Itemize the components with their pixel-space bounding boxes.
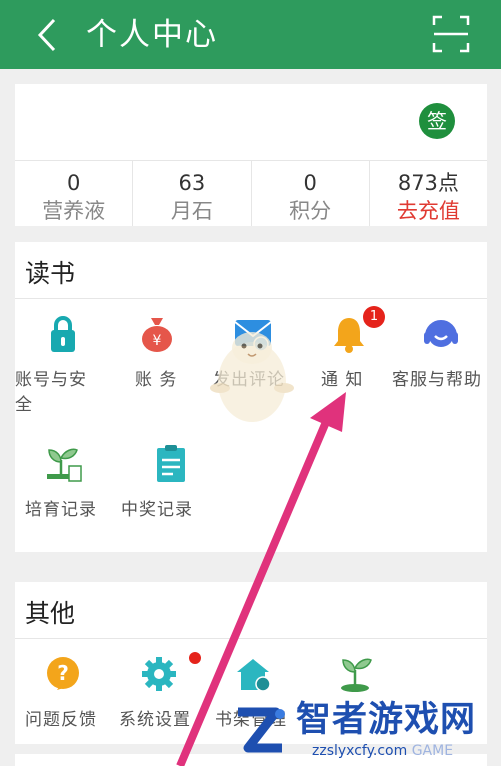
menu-item-label: 问题反馈 <box>25 710 97 730</box>
lock-icon <box>51 316 75 352</box>
recharge-link[interactable]: 去充值 <box>370 196 487 226</box>
menu-item-feedback[interactable]: ? 问题反馈 <box>15 654 109 738</box>
mascot-watermark-icon <box>210 332 294 422</box>
question-icon: ? <box>47 657 79 690</box>
menu-item-label: 客服与帮助 <box>392 370 482 390</box>
logo-url-sub: GAME <box>411 743 454 759</box>
divider <box>15 638 487 639</box>
stat-points[interactable]: 0 积分 <box>250 161 369 226</box>
menu-item-label: 中奖记录 <box>121 500 193 520</box>
headset-icon <box>424 320 458 347</box>
logo-url: zzslyxcfy.com GAME <box>312 742 453 760</box>
money-bag-icon: ¥ <box>142 318 172 352</box>
stat-recharge[interactable]: 873点 去充值 <box>368 161 487 226</box>
top-bar: 个人中心 <box>0 0 501 69</box>
stats-row: 0 营养液 63 月石 0 积分 873点 去充值 <box>15 160 487 226</box>
house-gear-icon <box>237 659 271 692</box>
stat-label: 月石 <box>170 199 213 223</box>
settings-dot <box>189 652 201 664</box>
logo-name: 智者游戏网 <box>296 700 477 740</box>
stat-value: 0 <box>303 171 317 195</box>
stat-value: 873点 <box>397 171 459 195</box>
section-title: 其他 <box>25 599 76 628</box>
menu-item-settings[interactable]: 系统设置 <box>117 652 211 738</box>
svg-text:¥: ¥ <box>153 333 162 349</box>
stat-value: 0 <box>66 171 81 195</box>
section-title: 读书 <box>25 259 76 288</box>
back-arrow-icon[interactable] <box>30 14 66 56</box>
menu-item-prize-record[interactable]: 中奖记录 <box>119 444 213 534</box>
stat-label: 积分 <box>289 199 332 223</box>
menu-item-account-security[interactable]: 账号与安全 <box>15 314 109 424</box>
notification-badge: 1 <box>363 306 385 328</box>
stat-moonstone[interactable]: 63 月石 <box>132 161 250 226</box>
menu-item-cultivation-record[interactable]: 培育记录 <box>15 444 109 534</box>
gear-icon <box>142 657 176 691</box>
site-logo: 智者游戏网 zzslyxcfy.com GAME <box>232 698 501 766</box>
logo-url-text: zzslyxcfy.com <box>312 743 408 759</box>
menu-item-label: 通 知 <box>321 370 364 390</box>
menu-item-label: 培育记录 <box>25 500 97 520</box>
scan-icon[interactable] <box>432 15 470 53</box>
menu-item-label: 账 务 <box>135 370 178 390</box>
divider <box>15 298 487 299</box>
menu-item-label: 系统设置 <box>119 710 191 730</box>
user-card: 签 0 营养液 63 月石 0 积分 873点 去充值 <box>15 84 487 226</box>
menu-item-billing[interactable]: ¥ 账 务 <box>123 314 217 424</box>
logo-z-icon <box>238 707 285 753</box>
stat-value: 63 <box>178 171 206 195</box>
clipboard-icon <box>157 445 185 482</box>
stat-label: 营养液 <box>42 199 106 223</box>
menu-item-support[interactable]: 客服与帮助 <box>391 314 485 424</box>
page-title: 个人中心 <box>86 17 218 53</box>
stat-nutrient[interactable]: 0 营养液 <box>15 161 132 226</box>
sprout-icon <box>47 448 82 482</box>
menu-item-label: 账号与安全 <box>15 370 87 415</box>
svg-text:?: ? <box>57 661 69 685</box>
seedling-icon <box>341 658 372 692</box>
sign-in-button[interactable]: 签 <box>419 103 455 139</box>
